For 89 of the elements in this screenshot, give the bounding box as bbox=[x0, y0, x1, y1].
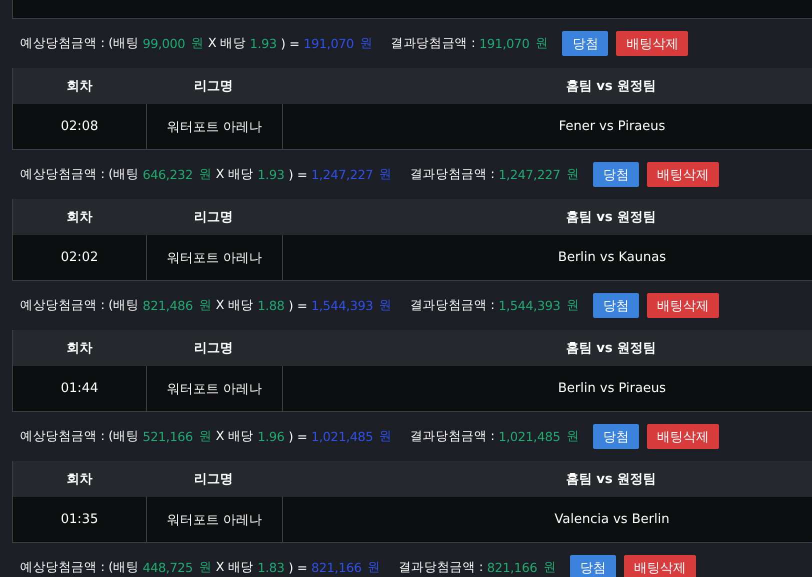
match-cell-text: Fener vs Piraeus bbox=[558, 118, 666, 136]
odds-label: X 배당 bbox=[216, 297, 254, 314]
expected-amount: 191,070 bbox=[304, 36, 354, 51]
bet-amount: 646,232 bbox=[142, 167, 193, 182]
currency-unit: 원 bbox=[379, 428, 392, 445]
result-label: 결과당첨금액 : bbox=[390, 35, 476, 52]
expected-amount: 1,247,227 bbox=[311, 167, 374, 182]
round-header: 회차 bbox=[66, 471, 94, 489]
expected-label: 예상당첨금액 : (배팅 bbox=[20, 166, 139, 183]
round-cell: 01:35 bbox=[13, 497, 147, 542]
odds-value: 1.93 bbox=[250, 36, 277, 51]
result-label: 결과당첨금액 : bbox=[410, 166, 495, 183]
odds-value: 1.83 bbox=[258, 560, 285, 575]
win-button[interactable]: 당첨 bbox=[570, 555, 616, 577]
round-header: 회차 bbox=[66, 209, 94, 227]
odds-label: X 배당 bbox=[208, 35, 246, 52]
currency-unit: 원 bbox=[566, 297, 580, 314]
currency-unit: 원 bbox=[566, 428, 580, 445]
currency-unit: 원 bbox=[198, 559, 212, 576]
league-cell: 워터포트 아레나 bbox=[147, 235, 283, 280]
expected-label: 예상당첨금액 : (배팅 bbox=[20, 428, 139, 445]
result-amount: 191,070 bbox=[479, 36, 530, 51]
round-cell: 02:08 bbox=[13, 104, 147, 149]
currency-unit: 원 bbox=[379, 166, 392, 183]
win-button[interactable]: 당첨 bbox=[593, 424, 640, 449]
currency-unit: 원 bbox=[198, 166, 212, 183]
league-cell: 워터포트 아레나 bbox=[147, 104, 283, 149]
bet-amount: 448,725 bbox=[142, 560, 193, 575]
win-button[interactable]: 당첨 bbox=[593, 293, 640, 318]
result-amount: 821,166 bbox=[486, 560, 538, 575]
league-header: 리그명 bbox=[193, 209, 234, 227]
result-amount: 1,544,393 bbox=[498, 298, 560, 313]
bet-amount: 99,000 bbox=[142, 36, 186, 51]
delete-bet-button[interactable]: 배팅삭제 bbox=[647, 162, 720, 187]
delete-bet-button[interactable]: 배팅삭제 bbox=[647, 424, 720, 449]
expected-amount: 821,166 bbox=[311, 560, 362, 575]
currency-unit: 원 bbox=[566, 166, 580, 183]
equals-sign: ) = bbox=[288, 167, 308, 182]
match-header: 홈팀 vs 원정팀 bbox=[564, 78, 658, 96]
league-header: 리그명 bbox=[193, 78, 234, 96]
odds-value: 1.96 bbox=[258, 429, 285, 444]
result-label: 결과당첨금액 : bbox=[410, 297, 495, 314]
round-header: 회차 bbox=[66, 78, 94, 96]
bet-amount: 521,166 bbox=[142, 429, 193, 444]
equals-sign: ) = bbox=[288, 429, 308, 444]
currency-unit: 원 bbox=[198, 297, 212, 314]
currency-unit: 원 bbox=[360, 35, 373, 52]
expected-amount: 1,544,393 bbox=[311, 298, 374, 313]
delete-bet-button[interactable]: 배팅삭제 bbox=[624, 555, 696, 577]
equals-sign: ) = bbox=[280, 36, 300, 51]
league-header: 리그명 bbox=[193, 340, 234, 358]
league-header: 리그명 bbox=[193, 471, 234, 489]
equals-sign: ) = bbox=[288, 560, 308, 575]
match-header: 홈팀 vs 원정팀 bbox=[564, 340, 658, 358]
delete-bet-button[interactable]: 배팅삭제 bbox=[647, 293, 720, 318]
result-label: 결과당첨금액 : bbox=[398, 559, 483, 576]
round-header: 회차 bbox=[66, 340, 94, 358]
currency-unit: 원 bbox=[368, 559, 380, 576]
odds-value: 1.93 bbox=[258, 167, 285, 182]
equals-sign: ) = bbox=[288, 298, 308, 313]
match-header: 홈팀 vs 원정팀 bbox=[564, 209, 658, 227]
result-amount: 1,021,485 bbox=[498, 429, 560, 444]
round-cell: 01:44 bbox=[13, 366, 147, 411]
expected-label: 예상당첨금액 : (배팅 bbox=[20, 35, 139, 52]
win-button[interactable]: 당첨 bbox=[562, 31, 608, 56]
match-header: 홈팀 vs 원정팀 bbox=[564, 471, 658, 489]
league-cell: 워터포트 아레나 bbox=[147, 497, 283, 542]
currency-unit: 원 bbox=[536, 35, 548, 52]
delete-bet-button[interactable]: 배팅삭제 bbox=[616, 31, 688, 56]
expected-label: 예상당첨금액 : (배팅 bbox=[20, 297, 139, 314]
result-amount: 1,247,227 bbox=[498, 167, 560, 182]
win-button[interactable]: 당첨 bbox=[593, 162, 640, 187]
currency-unit: 원 bbox=[198, 428, 212, 445]
result-label: 결과당첨금액 : bbox=[410, 428, 495, 445]
match-cell-text: Valencia vs Berlin bbox=[554, 511, 670, 529]
expected-label: 예상당첨금액 : (배팅 bbox=[20, 559, 139, 576]
bet-amount: 821,486 bbox=[142, 298, 193, 313]
odds-label: X 배당 bbox=[216, 166, 254, 183]
match-cell-text: Berlin vs Piraeus bbox=[557, 380, 667, 398]
odds-label: X 배당 bbox=[216, 559, 254, 576]
expected-amount: 1,021,485 bbox=[311, 429, 374, 444]
odds-label: X 배당 bbox=[216, 428, 254, 445]
odds-value: 1.88 bbox=[258, 298, 285, 313]
match-cell-text: Berlin vs Kaunas bbox=[557, 249, 667, 267]
round-cell: 02:02 bbox=[13, 235, 147, 280]
currency-unit: 원 bbox=[379, 297, 392, 314]
currency-unit: 원 bbox=[191, 35, 204, 52]
currency-unit: 원 bbox=[543, 559, 556, 576]
league-cell: 워터포트 아레나 bbox=[147, 366, 283, 411]
